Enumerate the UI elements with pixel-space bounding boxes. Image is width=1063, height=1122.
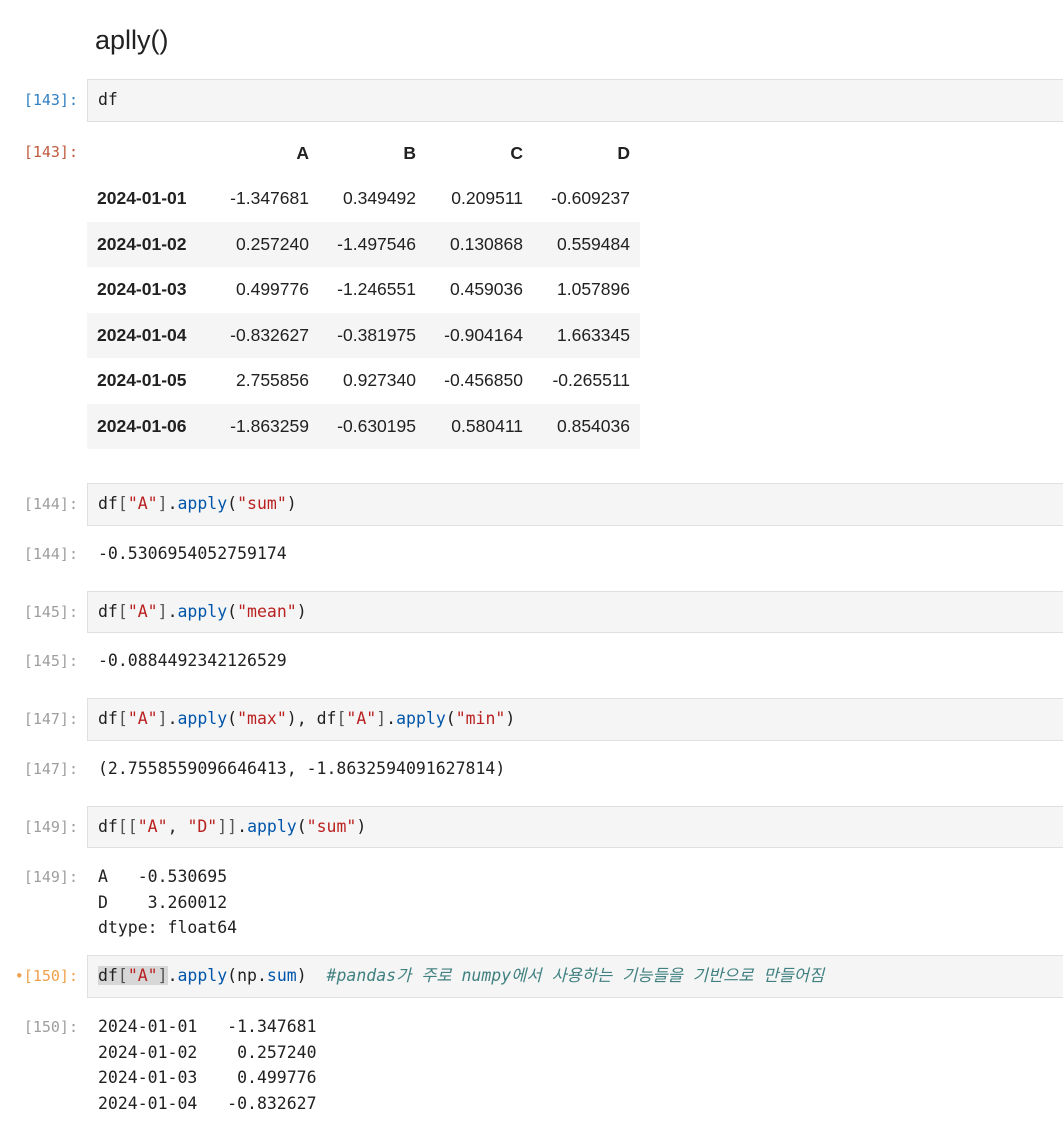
code-input-149[interactable]: df[["A", "D"]].apply("sum") <box>98 817 366 837</box>
table-cell: -1.246551 <box>337 279 416 300</box>
output-prompt-143: [143]: <box>23 143 78 161</box>
output-line: 2024-01-01 -1.347681 <box>98 1017 317 1036</box>
output-prompt-144: [144]: <box>23 545 78 563</box>
row-index: 2024-01-02 <box>97 233 187 254</box>
output-line: dtype: float64 <box>98 918 238 937</box>
table-cell: 0.559484 <box>557 233 630 254</box>
output-prompt-150: [150]: <box>23 1018 78 1036</box>
table-cell: -1.497546 <box>337 233 416 254</box>
code-input-145[interactable]: df["A"].apply("mean") <box>98 602 307 622</box>
output-147: (2.7558559096646413, -1.8632594091627814… <box>98 759 506 778</box>
table-row: 2024-01-04 -0.832627 -0.381975 -0.904164… <box>87 312 640 358</box>
input-prompt-143: [143]: <box>23 91 78 109</box>
table-cell: 0.257240 <box>236 233 309 254</box>
table-cell: -0.265511 <box>552 370 630 391</box>
table-cell: -1.863259 <box>230 415 309 436</box>
table-cell: 0.927340 <box>343 370 416 391</box>
table-cell: 0.459036 <box>450 279 523 300</box>
output-line: D 3.260012 <box>98 892 228 912</box>
table-cell: -0.381975 <box>337 324 416 345</box>
row-index: 2024-01-05 <box>97 370 187 391</box>
code-cell-143[interactable] <box>87 79 1063 122</box>
input-prompt-149: [149]: <box>23 818 78 836</box>
code-input-144[interactable]: df["A"].apply("sum") <box>98 494 297 514</box>
input-prompt-150: •[150]: <box>14 967 78 985</box>
table-header-row: A B C D <box>87 130 640 176</box>
output-line: 2024-01-03 0.499776 <box>98 1068 317 1088</box>
input-prompt-145: [145]: <box>23 603 78 621</box>
output-line: 2024-01-02 0.257240 <box>98 1042 317 1062</box>
table-cell: 0.349492 <box>343 188 416 209</box>
output-149: A -0.530695 D 3.260012 dtype: float64 <box>98 864 237 941</box>
column-header: D <box>617 142 630 163</box>
code-input-150[interactable]: df["A"].apply(np.sum) #pandas가 주로 numpy에… <box>98 966 824 986</box>
output-line: A -0.530695 <box>98 867 228 886</box>
code-comment: #pandas가 주로 numpy에서 사용하는 기능들을 기반으로 만들어짐 <box>326 966 825 985</box>
table-cell: 0.580411 <box>451 415 523 436</box>
input-prompt-144: [144]: <box>23 495 78 513</box>
output-150: 2024-01-01 -1.347681 2024-01-02 0.257240 2… <box>98 1014 317 1117</box>
input-prompt-147: [147]: <box>23 710 78 728</box>
table-cell: -0.630195 <box>337 415 416 436</box>
section-heading: aplly() <box>95 25 169 55</box>
table-cell: -1.347681 <box>230 188 309 209</box>
column-header: B <box>403 142 416 163</box>
row-index: 2024-01-06 <box>97 415 187 436</box>
output-prompt-149: [149]: <box>23 868 78 886</box>
table-row: 2024-01-05 2.755856 0.927340 -0.456850 -… <box>87 358 640 404</box>
table-cell: -0.904164 <box>444 324 523 345</box>
row-index: 2024-01-04 <box>97 324 187 345</box>
table-cell: -0.832627 <box>230 324 309 345</box>
row-index: 2024-01-03 <box>97 279 187 300</box>
table-row: 2024-01-06 -1.863259 -0.630195 0.580411 … <box>87 403 640 449</box>
row-index: 2024-01-01 <box>97 188 187 209</box>
column-header: A <box>296 142 309 163</box>
column-header: C <box>510 142 523 163</box>
table-cell: 1.057896 <box>557 279 630 300</box>
table-cell: 0.130868 <box>450 233 523 254</box>
code-input-143[interactable]: df <box>98 90 118 110</box>
table-row: 2024-01-02 0.257240 -1.497546 0.130868 0… <box>87 221 640 267</box>
table-cell: 0.499776 <box>236 279 309 300</box>
dataframe-table: A B C D 2024-01-01 -1.347681 0.349492 0.… <box>87 130 640 449</box>
table-cell: 1.663345 <box>557 324 630 345</box>
output-prompt-145: [145]: <box>23 652 78 670</box>
output-144: -0.5306954052759174 <box>98 544 287 563</box>
output-line: 2024-01-04 -0.832627 <box>98 1094 317 1114</box>
code-input-147[interactable]: df["A"].apply("max"), df["A"].apply("min… <box>98 709 515 729</box>
table-cell: 0.209511 <box>451 188 523 209</box>
table-row: 2024-01-01 -1.347681 0.349492 0.209511 -… <box>87 176 640 222</box>
table-cell: -0.456850 <box>444 370 523 391</box>
output-prompt-147: [147]: <box>23 760 78 778</box>
output-145: -0.0884492342126529 <box>98 651 287 670</box>
table-cell: 2.755856 <box>236 370 309 391</box>
table-cell: 0.854036 <box>557 415 630 436</box>
table-row: 2024-01-03 0.499776 -1.246551 0.459036 1… <box>87 267 640 313</box>
table-cell: -0.609237 <box>551 188 630 209</box>
index-header <box>87 130 212 176</box>
